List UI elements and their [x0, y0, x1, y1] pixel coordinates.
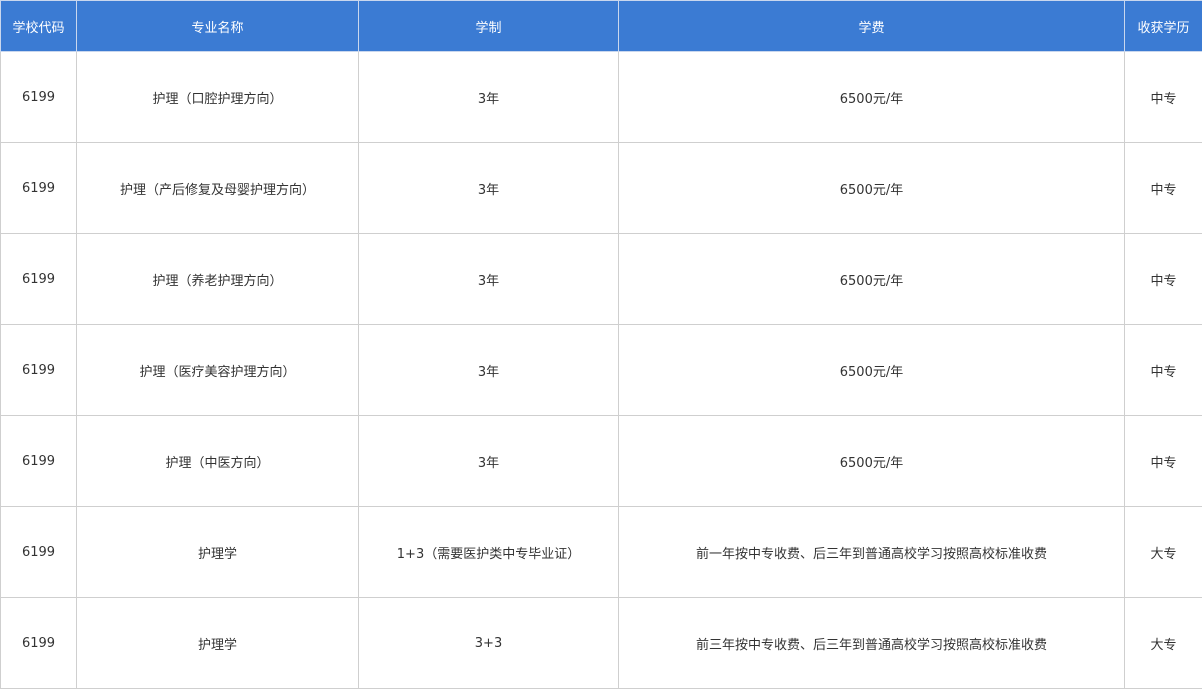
cell-degree: 中专 — [1124, 233, 1202, 325]
cell-degree: 大专 — [1124, 597, 1202, 689]
cell-major-name: 护理（中医方向） — [76, 415, 359, 507]
table-row: 6199 护理学 1+3（需要医护类中专毕业证） 前一年按中专收费、后三年到普通… — [0, 506, 1202, 598]
cell-duration: 3年 — [358, 233, 619, 325]
cell-degree: 大专 — [1124, 506, 1202, 598]
table-row: 6199 护理（中医方向） 3年 6500元/年 中专 — [0, 415, 1202, 507]
cell-duration: 1+3（需要医护类中专毕业证） — [358, 506, 619, 598]
table-body: 6199 护理（口腔护理方向） 3年 6500元/年 中专 6199 护理（产后… — [0, 51, 1202, 689]
cell-major-name: 护理（养老护理方向） — [76, 233, 359, 325]
cell-duration: 3年 — [358, 51, 619, 143]
cell-degree: 中专 — [1124, 142, 1202, 234]
table-row: 6199 护理（口腔护理方向） 3年 6500元/年 中专 — [0, 51, 1202, 143]
header-duration: 学制 — [358, 0, 619, 52]
cell-degree: 中专 — [1124, 415, 1202, 507]
cell-school-code: 6199 — [0, 415, 77, 507]
cell-duration: 3+3 — [358, 597, 619, 689]
table-header: 学校代码 专业名称 学制 学费 收获学历 — [0, 0, 1202, 52]
cell-school-code: 6199 — [0, 233, 77, 325]
header-major-name: 专业名称 — [76, 0, 359, 52]
cell-tuition: 6500元/年 — [618, 51, 1125, 143]
table-row: 6199 护理学 3+3 前三年按中专收费、后三年到普通高校学习按照高校标准收费… — [0, 597, 1202, 689]
cell-school-code: 6199 — [0, 597, 77, 689]
cell-duration: 3年 — [358, 142, 619, 234]
header-tuition: 学费 — [618, 0, 1125, 52]
cell-tuition: 6500元/年 — [618, 324, 1125, 416]
header-degree: 收获学历 — [1124, 0, 1202, 52]
cell-duration: 3年 — [358, 415, 619, 507]
cell-tuition: 前三年按中专收费、后三年到普通高校学习按照高校标准收费 — [618, 597, 1125, 689]
header-school-code: 学校代码 — [0, 0, 77, 52]
cell-school-code: 6199 — [0, 506, 77, 598]
cell-school-code: 6199 — [0, 324, 77, 416]
cell-school-code: 6199 — [0, 142, 77, 234]
cell-tuition: 前一年按中专收费、后三年到普通高校学习按照高校标准收费 — [618, 506, 1125, 598]
cell-tuition: 6500元/年 — [618, 415, 1125, 507]
cell-degree: 中专 — [1124, 324, 1202, 416]
table-row: 6199 护理（产后修复及母婴护理方向） 3年 6500元/年 中专 — [0, 142, 1202, 234]
cell-degree: 中专 — [1124, 51, 1202, 143]
header-row: 学校代码 专业名称 学制 学费 收获学历 — [0, 0, 1202, 52]
cell-duration: 3年 — [358, 324, 619, 416]
cell-tuition: 6500元/年 — [618, 142, 1125, 234]
cell-school-code: 6199 — [0, 51, 77, 143]
cell-major-name: 护理（口腔护理方向） — [76, 51, 359, 143]
table-row: 6199 护理（养老护理方向） 3年 6500元/年 中专 — [0, 233, 1202, 325]
cell-major-name: 护理（医疗美容护理方向） — [76, 324, 359, 416]
table-row: 6199 护理（医疗美容护理方向） 3年 6500元/年 中专 — [0, 324, 1202, 416]
cell-tuition: 6500元/年 — [618, 233, 1125, 325]
cell-major-name: 护理学 — [76, 597, 359, 689]
cell-major-name: 护理学 — [76, 506, 359, 598]
cell-major-name: 护理（产后修复及母婴护理方向） — [76, 142, 359, 234]
program-table: 学校代码 专业名称 学制 学费 收获学历 6199 护理（口腔护理方向） 3年 … — [0, 0, 1202, 689]
